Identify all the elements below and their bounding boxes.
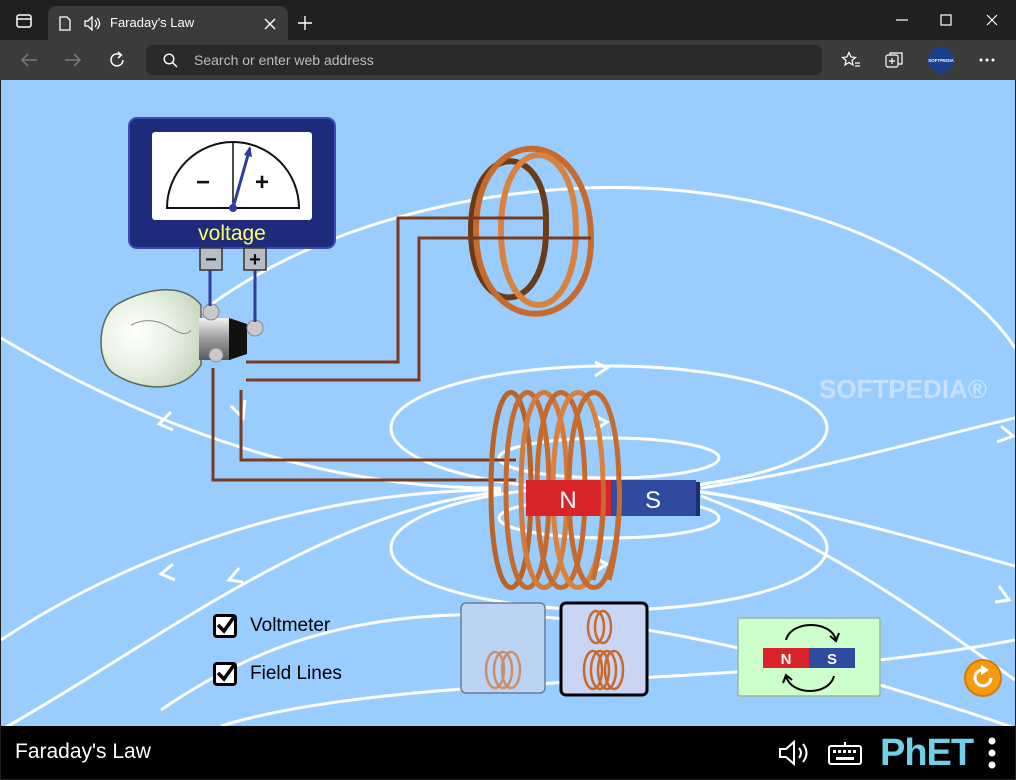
speaker-icon[interactable] xyxy=(84,15,102,31)
field-lines-checkbox[interactable]: Field Lines xyxy=(213,660,363,688)
phet-menu-icon[interactable] xyxy=(985,736,999,770)
field-lines-checkbox-label: Field Lines xyxy=(250,663,342,684)
circuit-wires xyxy=(211,216,591,482)
page-icon xyxy=(58,15,72,31)
magnet-south-label: S xyxy=(645,487,661,514)
phet-logo[interactable]: PhET xyxy=(880,732,974,775)
phet-brand-text: PhET xyxy=(880,732,974,774)
one-coil-button[interactable] xyxy=(460,602,546,694)
terminal-plus-label: + xyxy=(249,249,261,271)
terminal-minus-label: − xyxy=(205,249,217,271)
voltmeter-checkbox-box[interactable] xyxy=(213,614,237,638)
sim-title: Faraday's Law xyxy=(15,740,151,763)
close-window-icon[interactable] xyxy=(982,12,1002,28)
meter-plus-label: + xyxy=(255,169,269,196)
two-coils-button[interactable] xyxy=(559,601,649,697)
terminal-minus[interactable]: − xyxy=(199,247,223,271)
maximize-icon[interactable] xyxy=(936,12,956,28)
browser-tab[interactable]: Faraday's Law xyxy=(48,6,288,40)
flip-south-label: S xyxy=(827,651,837,668)
sound-toggle-icon[interactable] xyxy=(777,738,813,768)
profile-avatar[interactable]: SOFTPEDIA xyxy=(928,47,954,73)
voltmeter[interactable]: − + voltage xyxy=(128,117,336,249)
bar-magnet[interactable]: N S xyxy=(526,480,700,516)
voltmeter-checkbox-label: Voltmeter xyxy=(250,615,331,636)
light-bulb xyxy=(100,289,264,388)
forward-icon[interactable] xyxy=(62,50,84,70)
profile-label: SOFTPEDIA xyxy=(928,57,954,63)
new-tab-icon[interactable] xyxy=(296,14,314,32)
field-lines-checkbox-box[interactable] xyxy=(213,662,237,686)
flip-magnet-button[interactable]: N S xyxy=(737,617,881,697)
voltmeter-label: voltage xyxy=(198,222,266,245)
magnet-north-label: N xyxy=(559,487,576,514)
keyboard-shortcuts-icon[interactable] xyxy=(827,740,863,766)
meter-minus-label: − xyxy=(196,169,210,196)
flip-north-label: N xyxy=(781,651,792,668)
address-placeholder: Search or enter web address xyxy=(194,52,374,68)
collections-icon[interactable] xyxy=(884,50,906,70)
close-tab-icon[interactable] xyxy=(262,16,278,32)
search-icon xyxy=(162,52,178,68)
simulation-area: N S − + voltage − + SOFTPEDIA® N S Voltm… xyxy=(1,80,1015,726)
browser-titlebar: Faraday's Law xyxy=(0,0,1016,40)
softpedia-watermark: SOFTPEDIA® xyxy=(819,374,987,404)
minimize-icon[interactable] xyxy=(892,12,912,28)
phet-navbar: Faraday's Law PhET xyxy=(1,726,1015,779)
more-options-icon[interactable] xyxy=(976,52,998,68)
terminal-plus[interactable]: + xyxy=(243,247,267,271)
address-bar[interactable]: Search or enter web address xyxy=(146,45,822,75)
favorites-icon[interactable] xyxy=(840,50,862,70)
voltmeter-checkbox[interactable]: Voltmeter xyxy=(213,612,353,640)
single-coil xyxy=(467,145,594,317)
browser-toolbar: Search or enter web address SOFTPEDIA xyxy=(0,40,1016,80)
tab-title: Faraday's Law xyxy=(110,15,195,30)
back-icon[interactable] xyxy=(18,50,40,70)
refresh-icon[interactable] xyxy=(106,50,128,70)
reset-all-button[interactable] xyxy=(964,659,1002,697)
tab-actions-icon[interactable] xyxy=(14,12,34,30)
